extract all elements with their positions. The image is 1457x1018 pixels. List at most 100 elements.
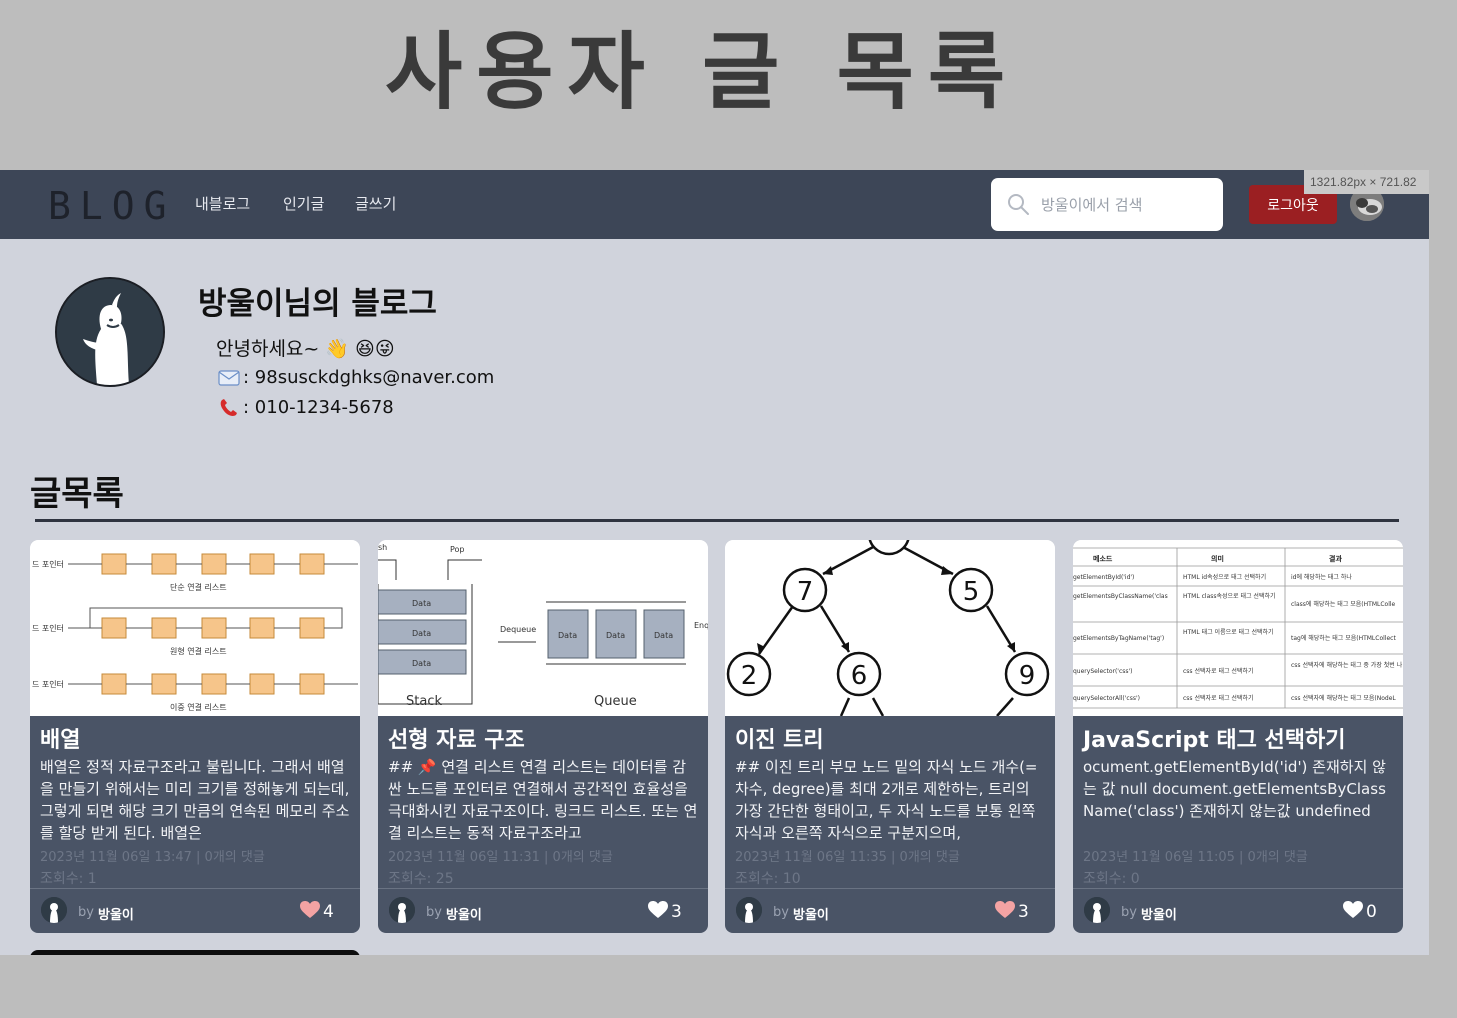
post-meta: 2023년 11월 06일 13:47 | 0개의 댓글 bbox=[40, 850, 265, 865]
section-divider bbox=[35, 519, 1399, 522]
search-icon bbox=[1008, 194, 1029, 215]
table-cell: HTML class속성으로 태그 선택하기 bbox=[1183, 592, 1276, 600]
post-excerpt: ## 📌 연결 리스트 연결 리스트는 데이터를 감싼 노드를 포인터로 연결해… bbox=[388, 758, 698, 842]
tree-node-label: 7 bbox=[797, 577, 814, 607]
thumb-label: 드 포인터 bbox=[32, 623, 64, 633]
like-count: 3 bbox=[671, 902, 682, 922]
thumb-label: 원형 연결 리스트 bbox=[170, 646, 227, 656]
navbar: BLOG 내블로그 인기글 글쓰기 로그아웃 bbox=[0, 170, 1429, 239]
by-label: by bbox=[773, 905, 789, 920]
by-label: by bbox=[426, 905, 442, 920]
greeting: 안녕하세요~ 👋 😆😜 bbox=[216, 338, 395, 360]
thumb-label: 이중 연결 리스트 bbox=[170, 702, 227, 712]
post-card[interactable]: 7 5 2 6 9 이진 트리 ## 이진 트리 부모 노드 밑의 자식 노드 … bbox=[725, 540, 1055, 933]
tree-node-label: 9 bbox=[1019, 661, 1036, 691]
post-meta: 2023년 11월 06일 11:31 | 0개의 댓글 bbox=[388, 850, 613, 865]
thumb-label: Data bbox=[412, 659, 431, 668]
like-count: 4 bbox=[323, 902, 334, 922]
table-cell: querySelector('css') bbox=[1073, 668, 1133, 675]
method-table-image: 메소드 의미 결과 getElementById('id') HTML id속성… bbox=[1073, 540, 1403, 716]
post-views: 조회수: 0 bbox=[1083, 871, 1140, 887]
contact-phone: : 010-1234-5678 bbox=[218, 397, 394, 418]
ghost-character-icon bbox=[57, 279, 163, 385]
post-footer: by 방울이 3 bbox=[725, 888, 1055, 933]
section-title: 글목록 bbox=[30, 474, 124, 514]
heart-icon[interactable] bbox=[1343, 901, 1363, 919]
post-views: 조회수: 1 bbox=[40, 871, 97, 887]
heart-icon[interactable] bbox=[995, 901, 1015, 919]
post-views: 조회수: 25 bbox=[388, 871, 454, 887]
binary-tree-diagram: 7 5 2 6 9 bbox=[725, 540, 1055, 716]
post-card-partial[interactable] bbox=[30, 950, 360, 955]
post-card[interactable]: sh Pop Data Data Data Dequeue Data Data … bbox=[378, 540, 708, 933]
thumb-label: Data bbox=[654, 631, 673, 640]
thumb-label: 단순 연결 리스트 bbox=[170, 582, 227, 592]
post-excerpt: ## 이진 트리 부모 노드 밑의 자식 노드 개수(=차수, degree)를… bbox=[735, 758, 1038, 842]
post-views: 조회수: 10 bbox=[735, 871, 801, 887]
table-cell: css 선택자에 해당하는 태그 중 가장 첫번 나 bbox=[1291, 661, 1403, 669]
thumb-label: Enq bbox=[694, 621, 708, 630]
author-name[interactable]: 방울이 bbox=[1141, 904, 1177, 923]
logo[interactable]: BLOG bbox=[48, 184, 176, 228]
thumb-label: Data bbox=[606, 631, 625, 640]
nav-link-write[interactable]: 글쓰기 bbox=[355, 193, 396, 214]
nav-link-my-blog[interactable]: 내블로그 bbox=[195, 193, 250, 214]
like-count: 0 bbox=[1366, 902, 1377, 922]
author-avatar[interactable] bbox=[736, 897, 762, 923]
thumb-label: Data bbox=[412, 599, 431, 608]
contact-email: : 98susckdghks@naver.com bbox=[218, 367, 494, 388]
heart-icon[interactable] bbox=[300, 901, 320, 919]
thumb-label: Data bbox=[558, 631, 577, 640]
search-box[interactable] bbox=[991, 178, 1223, 231]
table-header: 의미 bbox=[1211, 554, 1224, 563]
phone-text: : 010-1234-5678 bbox=[243, 397, 394, 418]
tree-node-label: 6 bbox=[851, 661, 868, 691]
author-avatar[interactable] bbox=[389, 897, 415, 923]
post-excerpt: 배열은 정적 자료구조라고 불립니다. 그래서 배열을 만들기 위해서는 미리 … bbox=[40, 758, 350, 842]
linked-list-diagram: 드 포인터 단순 연결 리스트 드 포인터 원형 연결 리스트 드 포인터 이중… bbox=[30, 540, 360, 716]
author-avatar[interactable] bbox=[41, 897, 67, 923]
table-header: 결과 bbox=[1329, 554, 1342, 563]
thumb-label: Queue bbox=[594, 694, 637, 709]
by-label: by bbox=[1121, 905, 1137, 920]
heart-icon[interactable] bbox=[648, 901, 668, 919]
post-title[interactable]: 선형 자료 구조 bbox=[388, 722, 525, 754]
author-avatar[interactable] bbox=[1084, 897, 1110, 923]
thumb-label: 드 포인터 bbox=[32, 679, 64, 689]
table-cell: id에 해당하는 태그 하나 bbox=[1291, 573, 1352, 581]
post-meta: 2023년 11월 06일 11:05 | 0개의 댓글 bbox=[1083, 850, 1308, 865]
post-excerpt: ocument.getElementById('id') 존재하지 않는 값 n… bbox=[1083, 758, 1386, 820]
thumb-label: Dequeue bbox=[500, 625, 536, 634]
post-card[interactable]: 메소드 의미 결과 getElementById('id') HTML id속성… bbox=[1073, 540, 1403, 933]
table-cell: css 선택자에 해당하는 태그 모음(NodeL bbox=[1291, 694, 1396, 702]
table-header: 메소드 bbox=[1093, 554, 1113, 563]
author-name[interactable]: 방울이 bbox=[793, 904, 829, 923]
tree-node-label: 5 bbox=[963, 577, 980, 607]
table-cell: getElementById('id') bbox=[1073, 574, 1134, 581]
profile-avatar bbox=[55, 277, 165, 387]
thumb-label: sh bbox=[378, 543, 387, 552]
table-cell: tag에 해당하는 태그 모음(HTMLCollect bbox=[1291, 634, 1396, 642]
thumb-label: Pop bbox=[450, 545, 465, 554]
envelope-icon bbox=[218, 369, 240, 386]
author-name[interactable]: 방울이 bbox=[446, 904, 482, 923]
author-name[interactable]: 방울이 bbox=[98, 904, 134, 923]
table-cell: getElementsByClassName('clas bbox=[1073, 593, 1168, 600]
table-cell: getElementsByTagName('tag') bbox=[1073, 635, 1164, 642]
nav-link-popular[interactable]: 인기글 bbox=[283, 193, 324, 214]
post-footer: by 방울이 4 bbox=[30, 888, 360, 933]
post-footer: by 방울이 3 bbox=[378, 888, 708, 933]
post-title[interactable]: 이진 트리 bbox=[735, 722, 824, 754]
outer-title: 사용자 글 목록 bbox=[385, 23, 1020, 121]
post-thumbnail: 메소드 의미 결과 getElementById('id') HTML id속성… bbox=[1073, 540, 1403, 716]
search-input[interactable] bbox=[1041, 193, 1211, 217]
phone-icon bbox=[220, 398, 237, 416]
post-title[interactable]: JavaScript 태그 선택하기 bbox=[1083, 722, 1346, 754]
post-card[interactable]: 드 포인터 단순 연결 리스트 드 포인터 원형 연결 리스트 드 포인터 이중… bbox=[30, 540, 360, 933]
table-cell: css 선택자로 태그 선택하기 bbox=[1183, 667, 1253, 675]
browser-viewport: BLOG 내블로그 인기글 글쓰기 로그아웃 bbox=[0, 170, 1429, 955]
table-cell: querySelectorAll('css') bbox=[1073, 695, 1140, 702]
post-thumbnail: 드 포인터 단순 연결 리스트 드 포인터 원형 연결 리스트 드 포인터 이중… bbox=[30, 540, 360, 716]
dimension-badge: 1321.82px × 721.82 bbox=[1304, 170, 1429, 194]
post-title[interactable]: 배열 bbox=[40, 722, 80, 754]
